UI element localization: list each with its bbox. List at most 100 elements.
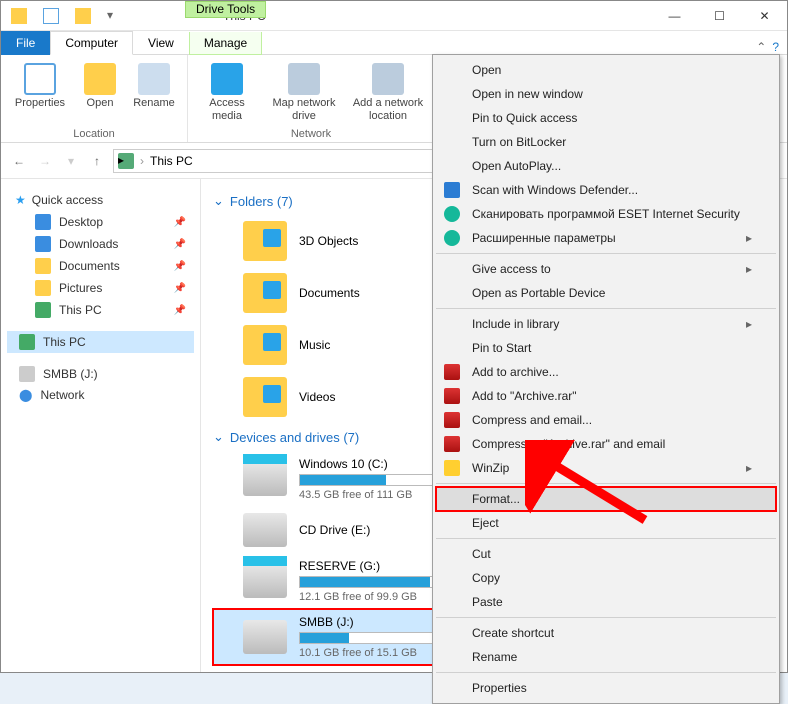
menu-item[interactable]: Open AutoPlay... xyxy=(436,154,776,178)
eset-icon xyxy=(444,206,460,222)
ribbon-map-drive[interactable]: Map network drive xyxy=(266,59,342,123)
capacity-bar xyxy=(299,576,449,588)
tab-view[interactable]: View xyxy=(133,31,189,55)
ribbon-collapse-icon[interactable]: ⌃ xyxy=(756,40,766,54)
menu-item[interactable]: Cut xyxy=(436,542,776,566)
pin-icon: 📌 xyxy=(174,217,186,228)
qat-properties-icon[interactable] xyxy=(43,8,59,24)
folder-label: Documents xyxy=(299,286,360,300)
drive-free: 43.5 GB free of 111 GB xyxy=(299,489,449,501)
ribbon-tabs: File Computer View Manage ⌃ ? xyxy=(1,31,787,55)
ribbon-add-location[interactable]: Add a network location xyxy=(350,59,426,123)
capacity-bar xyxy=(299,474,449,486)
pin-icon: 📌 xyxy=(174,305,186,316)
close-button[interactable]: ✕ xyxy=(742,1,787,30)
forward-button[interactable]: → xyxy=(35,151,55,171)
titlebar: ▾ Drive Tools This PC — ☐ ✕ xyxy=(1,1,787,31)
menu-item[interactable]: Add to archive... xyxy=(436,360,776,384)
ribbon-access-media[interactable]: Access media xyxy=(196,59,258,123)
pc-icon xyxy=(19,334,35,350)
menu-separator xyxy=(436,253,776,254)
help-icon[interactable]: ? xyxy=(772,40,779,54)
menu-item[interactable]: Scan with Windows Defender... xyxy=(436,178,776,202)
nav-network[interactable]: ⬤Network xyxy=(7,385,194,405)
breadcrumb-root[interactable]: This PC xyxy=(150,154,193,168)
menu-label: Open in new window xyxy=(472,87,583,101)
tab-manage[interactable]: Manage xyxy=(189,32,262,55)
menu-item[interactable]: Open in new window xyxy=(436,82,776,106)
minimize-button[interactable]: — xyxy=(652,1,697,30)
menu-label: Compress to "Archive.rar" and email xyxy=(472,437,665,451)
menu-label: Turn on BitLocker xyxy=(472,135,566,149)
menu-item[interactable]: Format... xyxy=(436,487,776,511)
nav-downloads[interactable]: Downloads📌 xyxy=(7,233,194,255)
qat-dropdown-icon[interactable]: ▾ xyxy=(107,8,123,24)
pin-icon: 📌 xyxy=(174,239,186,250)
tab-computer[interactable]: Computer xyxy=(50,31,133,55)
nav-thispc[interactable]: This PC xyxy=(7,331,194,353)
pin-icon: 📌 xyxy=(174,283,186,294)
drive-icon xyxy=(243,462,287,496)
menu-label: Pin to Quick access xyxy=(472,111,577,125)
menu-item[interactable]: Properties xyxy=(436,676,776,700)
menu-label: WinZip xyxy=(472,461,509,475)
pc-icon xyxy=(35,302,51,318)
back-button[interactable]: ← xyxy=(9,151,29,171)
menu-item[interactable]: Pin to Quick access xyxy=(436,106,776,130)
menu-label: Add to "Archive.rar" xyxy=(472,389,577,403)
nav-pictures[interactable]: Pictures📌 xyxy=(7,277,194,299)
menu-item[interactable]: Расширенные параметры▸ xyxy=(436,226,776,250)
menu-item[interactable]: Compress to "Archive.rar" and email xyxy=(436,432,776,456)
menu-label: Properties xyxy=(472,681,527,695)
menu-item[interactable]: Include in library▸ xyxy=(436,312,776,336)
drive-icon xyxy=(243,620,287,654)
menu-item[interactable]: Add to "Archive.rar" xyxy=(436,384,776,408)
capacity-bar xyxy=(299,632,449,644)
menu-item[interactable]: Pin to Start xyxy=(436,336,776,360)
nav-quick-access[interactable]: ★Quick access xyxy=(7,189,194,211)
recent-dropdown[interactable]: ▾ xyxy=(61,151,81,171)
network-icon: ⬤ xyxy=(19,388,32,402)
menu-item[interactable]: Сканировать программой ESET Internet Sec… xyxy=(436,202,776,226)
nav-desktop[interactable]: Desktop📌 xyxy=(7,211,194,233)
wr-icon xyxy=(444,364,460,380)
pictures-icon xyxy=(35,280,51,296)
pc-icon: ▸ xyxy=(118,153,134,169)
menu-item[interactable]: Open as Portable Device xyxy=(436,281,776,305)
up-button[interactable]: ↑ xyxy=(87,151,107,171)
menu-item[interactable]: Turn on BitLocker xyxy=(436,130,776,154)
menu-item[interactable]: Copy xyxy=(436,566,776,590)
menu-label: Pin to Start xyxy=(472,341,531,355)
menu-item[interactable]: Open xyxy=(436,58,776,82)
nav-smbb[interactable]: SMBB (J:) xyxy=(7,363,194,385)
wr-icon xyxy=(444,412,460,428)
menu-label: Format... xyxy=(472,492,520,506)
nav-thispc-pinned[interactable]: This PC📌 xyxy=(7,299,194,321)
qat-newfolder-icon[interactable] xyxy=(75,8,91,24)
menu-item[interactable]: WinZip▸ xyxy=(436,456,776,480)
menu-separator xyxy=(436,538,776,539)
drive-icon xyxy=(243,513,287,547)
menu-item[interactable]: Compress and email... xyxy=(436,408,776,432)
menu-item[interactable]: Paste xyxy=(436,590,776,614)
tab-file[interactable]: File xyxy=(1,31,50,55)
ribbon-open[interactable]: Open xyxy=(79,59,121,110)
maximize-button[interactable]: ☐ xyxy=(697,1,742,30)
nav-documents[interactable]: Documents📌 xyxy=(7,255,194,277)
menu-item[interactable]: Give access to▸ xyxy=(436,257,776,281)
contextual-tab-drive-tools[interactable]: Drive Tools xyxy=(185,1,266,18)
address-bar[interactable]: ▸ › This PC xyxy=(113,149,453,173)
ribbon-properties[interactable]: Properties xyxy=(9,59,71,110)
quick-access-toolbar: ▾ xyxy=(1,8,133,24)
eset-icon xyxy=(444,230,460,246)
folder-icon xyxy=(243,221,287,261)
menu-separator xyxy=(436,308,776,309)
submenu-arrow-icon: ▸ xyxy=(746,317,752,331)
menu-item[interactable]: Eject xyxy=(436,511,776,535)
menu-label: Сканировать программой ESET Internet Sec… xyxy=(472,207,740,221)
menu-item[interactable]: Rename xyxy=(436,645,776,669)
ribbon-rename[interactable]: Rename xyxy=(129,59,179,110)
menu-item[interactable]: Create shortcut xyxy=(436,621,776,645)
wr-icon xyxy=(444,388,460,404)
menu-label: Scan with Windows Defender... xyxy=(472,183,638,197)
